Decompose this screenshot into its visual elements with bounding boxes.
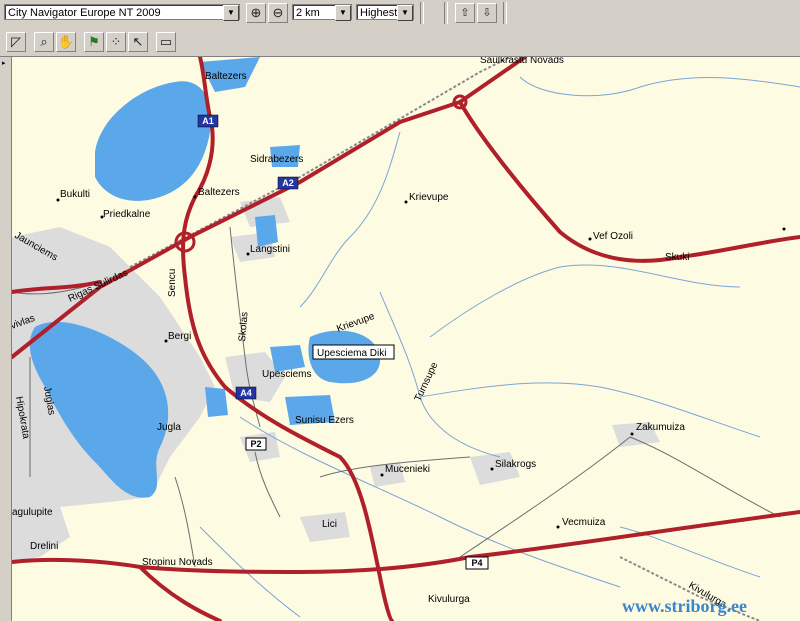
selection-tool-button[interactable]: ◸ [6,32,26,52]
waypoint-tool-icon: ⚑ [88,34,100,49]
waypoint-tool-button[interactable]: ⚑ [84,32,104,52]
map-left-margin: ▸ [0,57,12,621]
shield-a4[interactable]: A4 [235,386,257,400]
label-bukulti[interactable]: Bukulti [60,189,90,200]
label-sencu[interactable]: Sencu [167,269,178,297]
label-silakrogs[interactable]: Silakrogs [495,459,536,470]
shield-a2-label: A2 [282,178,294,188]
shield-p2-label: P2 [250,439,261,449]
left-margin-arrow-icon: ▸ [2,60,6,67]
label-skuki[interactable]: Skuki [665,252,689,263]
chevron-down-icon[interactable]: ▼ [397,5,413,21]
label-vef-ozoli[interactable]: Vef Ozoli [593,231,633,242]
label-jugulupite[interactable]: agulupite [12,507,53,518]
label-sunisu-ezers[interactable]: Sunisu Ezers [295,415,354,426]
pointer-tool-icon: ↖ [132,34,144,49]
send-to-device-icon: ⇧ [460,7,470,19]
hand-tool-icon: ✋ [57,34,75,49]
label-baltezers[interactable]: Baltezers [198,187,240,198]
map-svg: A1 A2 A4 P2 P4 Saulkrastu Novads Balteze… [0,57,800,621]
shield-p4-label: P4 [471,558,482,568]
label-mucenieki[interactable]: Mucenieki [385,464,430,475]
label-vecmuiza[interactable]: Vecmuiza [562,517,606,528]
shield-a4-label: A4 [240,388,252,398]
label-saulkrasti[interactable]: Saulkrastu Novads [480,57,564,66]
receive-from-device-button[interactable]: ⇩ [477,3,497,23]
zoom-out-button[interactable]: ⊖ [268,3,288,23]
label-krievupe[interactable]: Krievupe [409,192,449,203]
label-upesciems[interactable]: Upesciems [262,369,311,380]
watermark: www.striborg.ee [622,596,747,616]
tooltip-upesciema-diki: Upesciema Diki [312,344,395,360]
zoom-scale-select[interactable]: 2 km ▼ [292,4,352,21]
label-priedkalne[interactable]: Priedkalne [103,209,151,220]
shield-p4[interactable]: P4 [465,556,489,570]
route-tool-button[interactable]: ⁘ [106,32,126,52]
map-product-value: City Navigator Europe NT 2009 [8,7,161,19]
shield-a1-label: A1 [202,116,214,126]
receive-from-device-icon: ⇩ [482,7,492,19]
selection-tool-icon: ◸ [11,34,21,49]
zoom-out-icon: ⊖ [272,5,284,20]
route-tool-icon: ⁘ [110,34,122,49]
label-jugla[interactable]: Jugla [157,422,181,433]
zoom-tool-icon: ⌕ [40,34,48,49]
map-product-select[interactable]: City Navigator Europe NT 2009 ▼ [4,4,240,21]
detail-level-select[interactable]: Highest ▼ [356,4,414,21]
measure-tool-button[interactable]: ▭ [156,32,176,52]
chevron-down-icon[interactable]: ▼ [223,5,239,21]
shield-a2[interactable]: A2 [277,176,299,190]
label-zakumuiza[interactable]: Zakumuiza [636,422,685,433]
label-kivulurga[interactable]: Kivulurga [428,594,470,605]
zoom-scale-value: 2 km [296,7,320,19]
hand-tool-button[interactable]: ✋ [56,32,76,52]
shield-p2[interactable]: P2 [245,437,267,451]
toolbar-separator [444,2,448,24]
pointer-tool-button[interactable]: ↖ [128,32,148,52]
detail-level-value: Highest [360,7,398,19]
zoom-in-icon: ⊕ [250,5,262,20]
measure-tool-icon: ▭ [159,34,173,49]
toolbar-separator [503,2,507,24]
zoom-tool-button[interactable]: ⌕ [34,32,54,52]
send-to-device-button[interactable]: ⇧ [455,3,475,23]
label-upesciema-diki: Upesciema Diki [317,348,386,359]
map-canvas[interactable]: A1 A2 A4 P2 P4 Saulkrastu Novads Balteze… [0,57,800,621]
chevron-down-icon[interactable]: ▼ [335,5,351,21]
label-baltezers-top[interactable]: Baltezers [205,71,247,82]
shield-a1[interactable]: A1 [197,114,219,128]
label-drelini[interactable]: Drelini [30,541,58,552]
toolbar-separator [420,2,424,24]
zoom-in-button[interactable]: ⊕ [246,3,266,23]
label-langstini[interactable]: Langstini [250,244,290,255]
label-bergi[interactable]: Bergi [168,331,191,342]
main-toolbar: City Navigator Europe NT 2009 ▼ ⊕ ⊖ 2 km… [0,0,800,29]
label-stopinu[interactable]: Stopinu Novads [142,557,213,568]
tools-toolbar: ◸ ⌕ ✋ ⚑ ⁘ ↖ ▭ [0,28,800,57]
label-sidrabezers[interactable]: Sidrabezers [250,154,303,165]
label-lici[interactable]: Lici [322,519,337,530]
